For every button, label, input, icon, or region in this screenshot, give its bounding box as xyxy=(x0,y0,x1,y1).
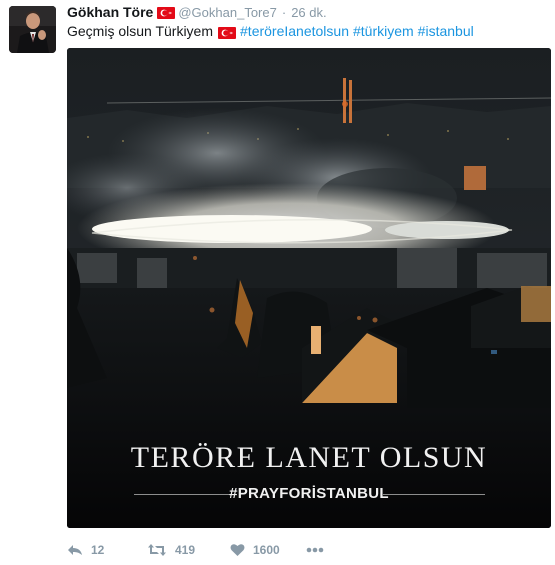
reply-count: 12 xyxy=(91,543,105,557)
heart-icon xyxy=(230,543,245,557)
tweet-header: Gökhan Töre @Gokhan_Tore7 · 26 dk. xyxy=(67,4,327,20)
tweet-media-image[interactable]: TERÖRE LANET OLSUN #PRAYFORİSTANBUL xyxy=(67,48,551,528)
separator-dot: · xyxy=(281,4,287,20)
turkey-flag-icon xyxy=(157,6,176,19)
retweet-button[interactable]: 419 xyxy=(147,543,230,557)
tweet: Gökhan Töre @Gokhan_Tore7 · 26 dk. Geçmi… xyxy=(0,0,555,565)
hashtag-link[interactable]: #istanbul xyxy=(418,22,474,40)
retweet-icon xyxy=(147,543,167,557)
hashtag-link[interactable]: #teröreIanetolsun xyxy=(240,22,349,40)
reply-button[interactable]: 12 xyxy=(67,543,147,557)
tweet-text: Geçmiş olsun Türkiyem #teröreIanetolsun … xyxy=(67,22,474,40)
reply-icon xyxy=(67,543,83,557)
avatar[interactable] xyxy=(9,6,56,53)
hashtag-link[interactable]: #türkiyem xyxy=(353,22,414,40)
retweet-count: 419 xyxy=(175,543,196,557)
more-button[interactable] xyxy=(306,547,324,553)
author-name[interactable]: Gökhan Töre xyxy=(67,4,153,20)
timestamp[interactable]: 26 dk. xyxy=(291,5,326,20)
like-button[interactable]: 1600 xyxy=(230,543,306,557)
tweet-actions: 12 419 1600 xyxy=(67,541,324,559)
image-caption-main: TERÖRE LANET OLSUN xyxy=(130,441,488,474)
turkey-flag-icon xyxy=(218,25,237,39)
more-icon xyxy=(306,547,324,553)
caption-divider-right xyxy=(383,494,485,495)
tweet-text-plain: Geçmiş olsun Türkiyem xyxy=(67,23,214,39)
author-handle[interactable]: @Gokhan_Tore7 xyxy=(178,5,276,20)
like-count: 1600 xyxy=(253,543,280,557)
